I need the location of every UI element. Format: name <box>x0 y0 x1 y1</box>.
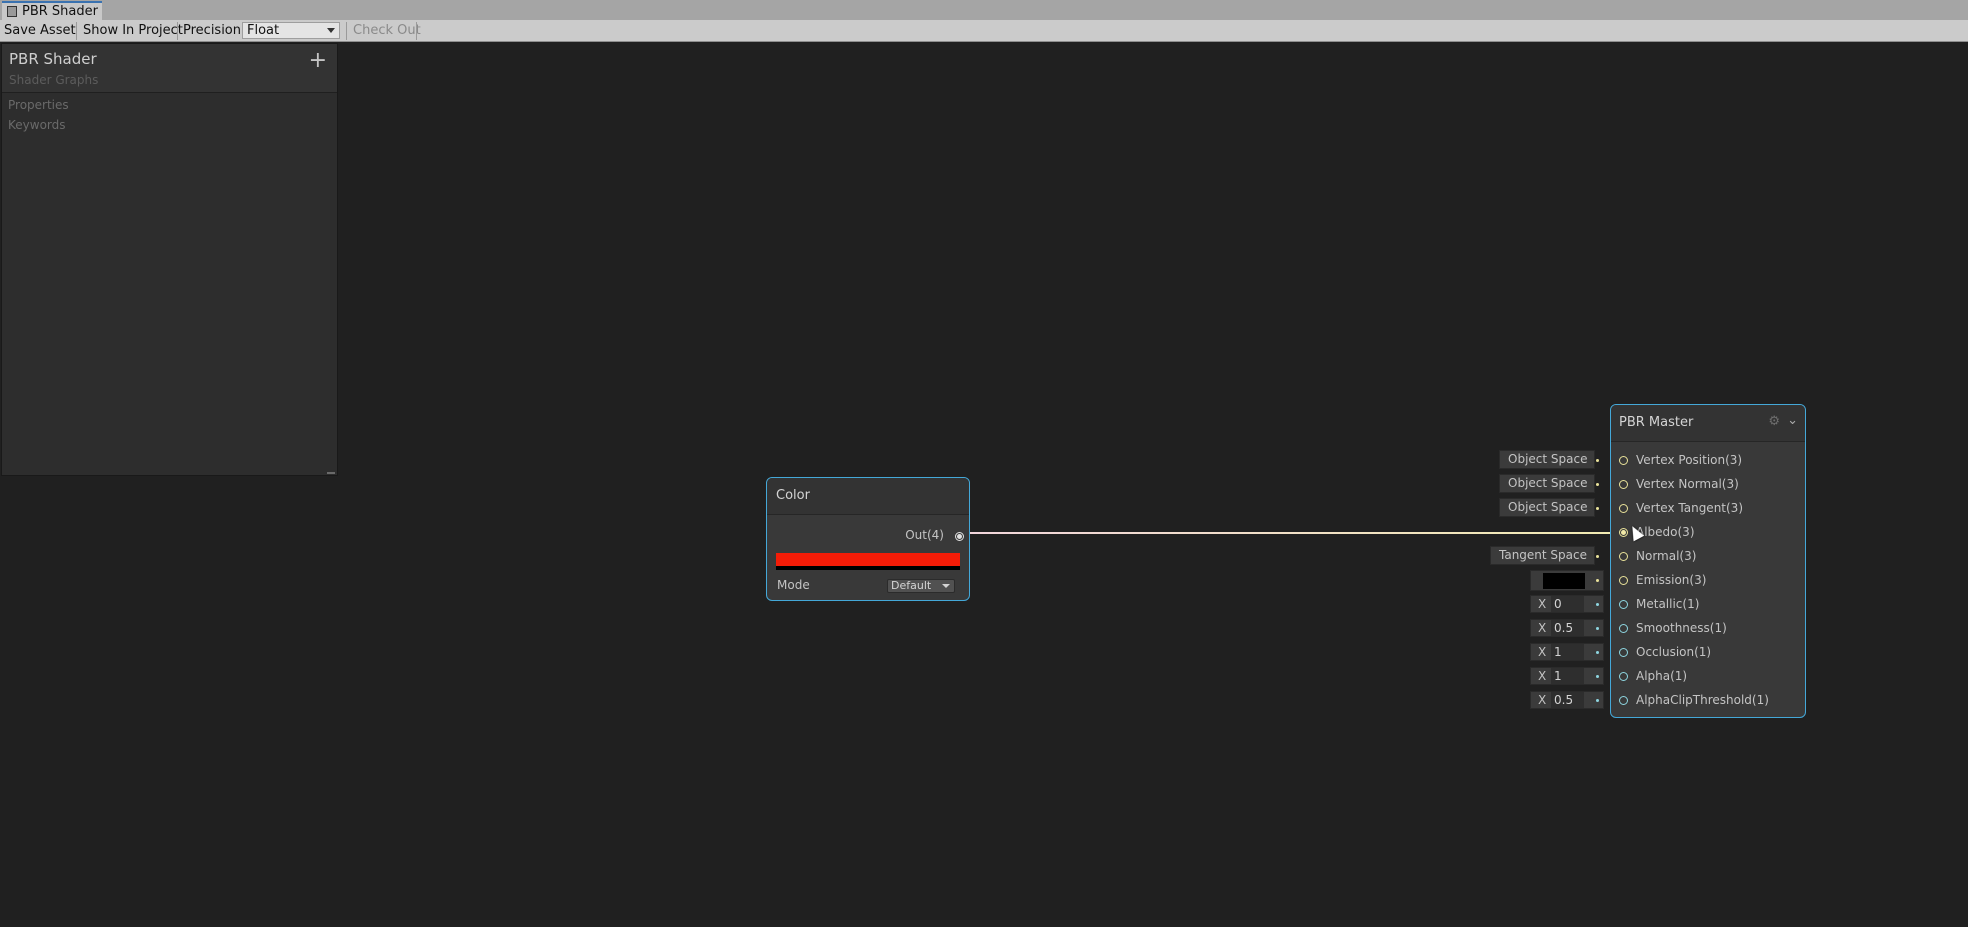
metallic-value[interactable]: 0 <box>1551 596 1584 612</box>
slot-label: Albedo(3) <box>1636 525 1695 539</box>
metallic-port[interactable] <box>1619 600 1628 609</box>
blackboard-panel[interactable]: PBR Shader Shader Graphs + Properties Ke… <box>1 43 338 476</box>
node-header: PBR Master ⚙ ⌄ <box>1611 405 1805 442</box>
toolbar-separator <box>346 22 347 40</box>
alpha-port[interactable] <box>1619 672 1628 681</box>
section-keywords[interactable]: Keywords <box>8 118 66 132</box>
slot-label: Vertex Normal(3) <box>1636 477 1739 491</box>
vertex-position-space-field[interactable]: Object Space <box>1499 450 1595 469</box>
space-value: Object Space <box>1508 452 1588 466</box>
connector-dot <box>1596 675 1599 678</box>
alpha-clip-threshold-field[interactable]: X 0.5 <box>1530 691 1604 709</box>
window-tab-bar: PBR Shader <box>0 0 1968 20</box>
occlusion-field[interactable]: X 1 <box>1530 643 1604 661</box>
show-in-project-button[interactable]: Show In Project <box>83 22 183 40</box>
save-asset-button[interactable]: Save Asset <box>4 22 76 40</box>
occlusion-port[interactable] <box>1619 648 1628 657</box>
connector-dot <box>1596 459 1599 462</box>
blackboard-header: PBR Shader Shader Graphs + <box>2 44 337 93</box>
slot-label: Smoothness(1) <box>1636 621 1727 635</box>
slot-label: Vertex Tangent(3) <box>1636 501 1743 515</box>
vertex-normal-port[interactable] <box>1619 480 1628 489</box>
space-value: Object Space <box>1508 476 1588 490</box>
chevron-down-icon <box>942 584 950 588</box>
color-field[interactable] <box>776 553 960 570</box>
mode-dropdown[interactable]: Default <box>887 579 955 593</box>
smoothness-value[interactable]: 0.5 <box>1551 620 1584 636</box>
slot-label: Emission(3) <box>1636 573 1707 587</box>
alpha-field[interactable]: X 1 <box>1530 667 1604 685</box>
output-port[interactable] <box>955 532 964 541</box>
emission-color-field[interactable] <box>1530 570 1604 591</box>
precision-label: Precision <box>183 23 242 38</box>
normal-space-field[interactable]: Tangent Space <box>1490 546 1595 565</box>
edge-color-to-albedo[interactable] <box>970 532 1622 534</box>
toolbar-separator <box>177 22 178 40</box>
slot-label: Vertex Position(3) <box>1636 453 1743 467</box>
metallic-field[interactable]: X 0 <box>1530 595 1604 613</box>
section-properties[interactable]: Properties <box>8 98 69 112</box>
connector-dot <box>1596 483 1599 486</box>
alpha-clip-threshold-port[interactable] <box>1619 696 1628 705</box>
node-title: Color <box>767 478 969 515</box>
emission-port[interactable] <box>1619 576 1628 585</box>
resize-handle-icon[interactable] <box>327 472 335 474</box>
vertex-normal-space-field[interactable]: Object Space <box>1499 474 1595 493</box>
blackboard-title: PBR Shader <box>9 50 97 68</box>
smoothness-port[interactable] <box>1619 624 1628 633</box>
slot-label: Metallic(1) <box>1636 597 1700 611</box>
space-value: Object Space <box>1508 500 1588 514</box>
vertex-tangent-space-field[interactable]: Object Space <box>1499 498 1595 517</box>
precision-dropdown[interactable]: Float <box>242 22 340 39</box>
shader-graph-icon <box>7 6 17 17</box>
output-port-label: Out(4) <box>905 528 944 542</box>
occlusion-value[interactable]: 1 <box>1551 644 1584 660</box>
check-out-button[interactable]: Check Out <box>353 22 421 40</box>
x-label: X <box>1538 645 1547 659</box>
smoothness-field[interactable]: X 0.5 <box>1530 619 1604 637</box>
x-label: X <box>1538 693 1547 707</box>
slot-label: Normal(3) <box>1636 549 1697 563</box>
emission-swatch <box>1543 573 1585 589</box>
normal-port[interactable] <box>1619 552 1628 561</box>
connector-dot <box>1596 507 1599 510</box>
chevron-down-icon <box>327 28 335 33</box>
x-label: X <box>1538 597 1547 611</box>
node-title: PBR Master <box>1619 415 1694 430</box>
slot-label: Occlusion(1) <box>1636 645 1712 659</box>
toolbar-separator <box>76 22 77 40</box>
alpha-clip-threshold-value[interactable]: 0.5 <box>1551 692 1584 708</box>
toolbar-separator <box>416 22 417 40</box>
alpha-value[interactable]: 1 <box>1551 668 1584 684</box>
blackboard-subtitle: Shader Graphs <box>9 73 99 87</box>
connector-dot <box>1596 699 1599 702</box>
connector-dot <box>1596 555 1599 558</box>
tab-pbr-shader[interactable]: PBR Shader <box>2 1 102 20</box>
color-node[interactable]: Color Out(4) Mode Default <box>766 477 970 601</box>
slot-label: Alpha(1) <box>1636 669 1688 683</box>
connector-dot <box>1596 651 1599 654</box>
mode-label: Mode <box>777 578 810 592</box>
add-property-icon[interactable]: + <box>309 49 327 73</box>
gear-icon[interactable]: ⚙ <box>1768 414 1780 429</box>
precision-value: Float <box>247 23 280 38</box>
toolbar: Save Asset Show In Project Precision Flo… <box>0 20 1968 42</box>
x-label: X <box>1538 621 1547 635</box>
connector-dot <box>1596 627 1599 630</box>
connector-dot <box>1596 579 1599 582</box>
chevron-down-icon[interactable]: ⌄ <box>1787 413 1798 428</box>
vertex-tangent-port[interactable] <box>1619 504 1628 513</box>
slot-label: AlphaClipThreshold(1) <box>1636 693 1769 707</box>
connector-dot <box>1596 603 1599 606</box>
x-label: X <box>1538 669 1547 683</box>
tab-label: PBR Shader <box>22 4 98 19</box>
vertex-position-port[interactable] <box>1619 456 1628 465</box>
mode-value: Default <box>891 579 932 592</box>
space-value: Tangent Space <box>1499 548 1587 562</box>
